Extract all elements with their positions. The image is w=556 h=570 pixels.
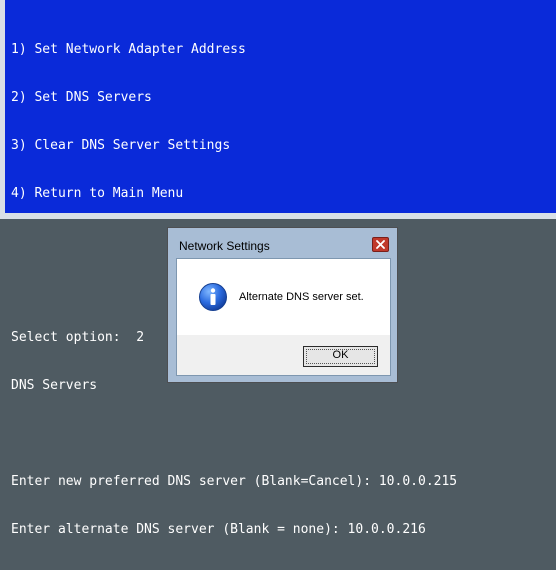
console-line: Enter alternate DNS server (Blank = none… (11, 522, 426, 537)
console-screen: 1) Set Network Adapter Address 2) Set DN… (5, 0, 556, 537)
dialog-title: Network Settings (179, 239, 270, 253)
console-line: 4) Return to Main Menu (11, 186, 184, 201)
close-icon (376, 240, 385, 249)
close-button[interactable] (372, 237, 389, 252)
dialog-message: Alternate DNS server set. (239, 291, 364, 303)
dialog-content: Alternate DNS server set. OK (176, 258, 391, 376)
network-settings-dialog: Network Settings Alternate DNS server se… (167, 227, 398, 383)
console-line: 3) Clear DNS Server Settings (11, 138, 231, 153)
dialog-title-bar[interactable]: Network Settings (168, 228, 397, 258)
information-icon (199, 283, 227, 311)
ok-button[interactable]: OK (303, 346, 378, 367)
console-line: Enter new preferred DNS server (Blank=Ca… (11, 474, 458, 489)
console-line: 1) Set Network Adapter Address (11, 42, 246, 57)
console-line: 2) Set DNS Servers (11, 90, 152, 105)
console-window: 1) Set Network Adapter Address 2) Set DN… (0, 0, 556, 537)
ok-button-label: OK (332, 349, 349, 361)
message-area: Alternate DNS server set. (177, 259, 390, 335)
